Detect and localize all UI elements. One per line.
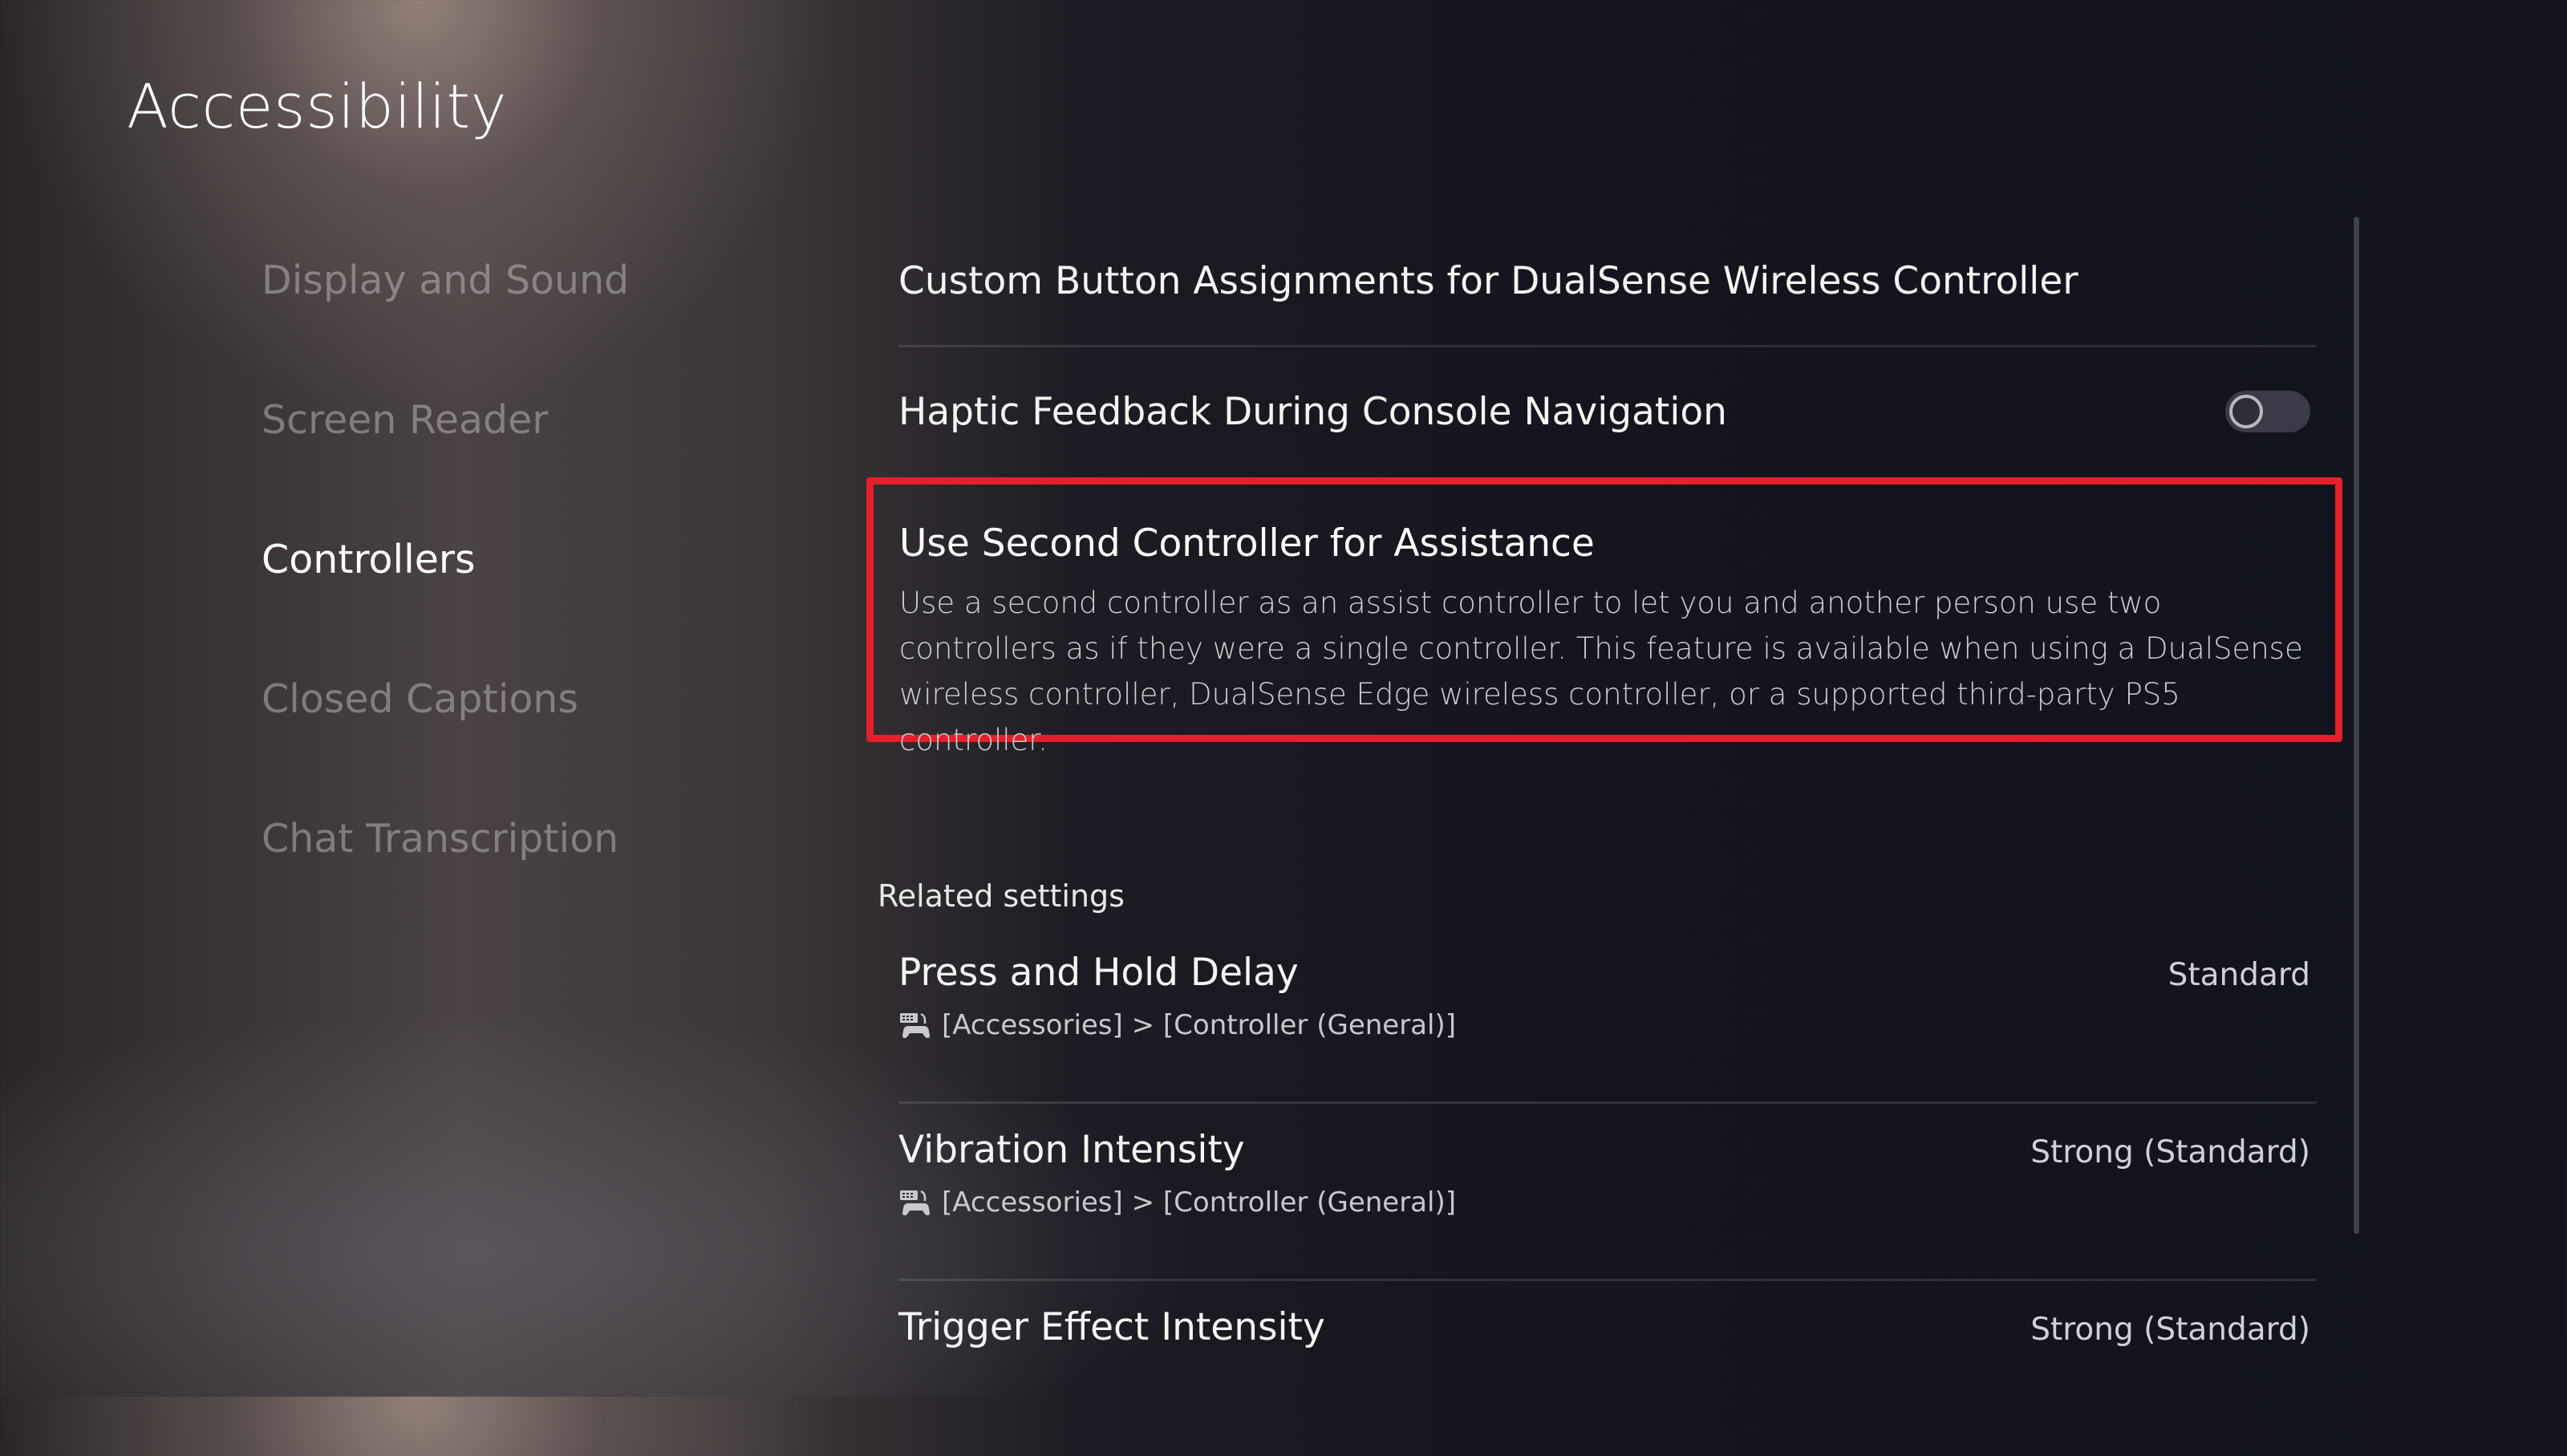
setting-value: Standard <box>2168 957 2310 993</box>
setting-description: Use a second controller as an assist con… <box>899 586 2303 757</box>
gamepad-keyboard-icon <box>900 1190 930 1215</box>
setting-label: Haptic Feedback During Console Navigatio… <box>898 389 1727 434</box>
related-setting-trigger-effect-intensity[interactable]: Trigger Effect Intensity Strong (Standar… <box>866 1281 2358 1456</box>
setting-path: [Accessories] > [Controller (General)] <box>942 1009 1456 1041</box>
setting-custom-button-assignments[interactable]: Custom Button Assignments for DualSense … <box>866 217 2358 345</box>
sidebar-item-chat-transcription[interactable]: Chat Transcription <box>262 799 629 939</box>
setting-label: Custom Button Assignments for DualSense … <box>898 258 2078 303</box>
setting-label: Use Second Controller for Assistance <box>899 521 1595 566</box>
page-title: Accessibility <box>127 71 508 142</box>
setting-label: Vibration Intensity <box>898 1128 1245 1172</box>
setting-haptic-feedback[interactable]: Haptic Feedback During Console Navigatio… <box>866 347 2358 476</box>
setting-label: Press and Hold Delay <box>898 951 1299 995</box>
sidebar-nav: Display and Sound Screen Reader Controll… <box>262 241 629 939</box>
sidebar-item-screen-reader[interactable]: Screen Reader <box>262 380 629 520</box>
setting-label: Trigger Effect Intensity <box>898 1305 1325 1349</box>
gamepad-keyboard-icon <box>900 1012 930 1038</box>
related-setting-press-and-hold-delay[interactable]: Press and Hold Delay Standard [Accessori… <box>866 927 2358 1101</box>
setting-use-second-controller[interactable]: Use Second Controller for Assistance Use… <box>866 477 2342 757</box>
settings-list: Custom Button Assignments for DualSense … <box>866 217 2358 1456</box>
sidebar-item-controllers[interactable]: Controllers <box>262 520 629 659</box>
sidebar-item-display-and-sound[interactable]: Display and Sound <box>262 241 629 380</box>
scrollbar[interactable] <box>2354 217 2359 1234</box>
sidebar-item-closed-captions[interactable]: Closed Captions <box>262 659 629 799</box>
setting-value: Strong (Standard) <box>2030 1134 2310 1170</box>
setting-path: [Accessories] > [Controller (General)] <box>942 1186 1456 1219</box>
related-settings-header: Related settings <box>878 878 1125 914</box>
haptic-feedback-toggle[interactable] <box>2225 391 2310 432</box>
setting-value: Strong (Standard) <box>2030 1312 2310 1348</box>
toggle-knob <box>2229 395 2263 428</box>
related-setting-vibration-intensity[interactable]: Vibration Intensity Strong (Standard) [A… <box>866 1104 2358 1279</box>
